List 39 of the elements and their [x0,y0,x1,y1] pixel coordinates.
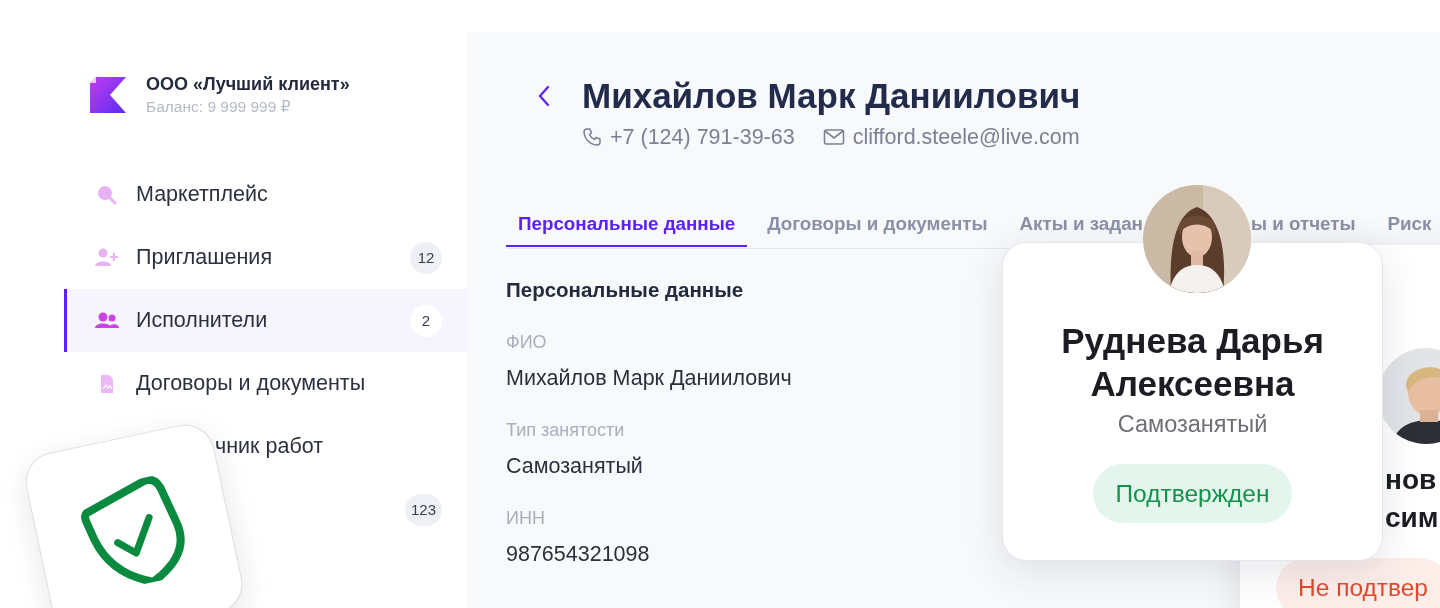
company-name: ООО «Лучший клиент» [146,74,350,94]
count-badge: 2 [410,304,442,337]
person-name: сим [1385,501,1439,535]
back-button[interactable] [537,84,551,108]
email-address: clifford.steele@live.com [852,124,1080,150]
section-heading: Персональные данные [506,278,744,302]
field-value: Самозанятый [506,454,643,478]
count-badge[interactable]: 123 [404,493,442,526]
person-name: нов [1385,463,1438,497]
field-label: Тип занятости [506,420,625,440]
sidebar-item[interactable]: Исполнители 2 [64,289,467,352]
balance-text: Баланс: 9 999 999 ₽ [146,98,292,116]
mail-icon [822,128,845,146]
add-user-icon [95,247,119,268]
sidebar-item[interactable]: Маркетплейс [64,163,467,226]
phone-number: +7 (124) 791-39-63 [610,124,795,150]
sidebar-item-label: Маркетплейс [136,182,268,207]
chevron-left-icon [537,84,551,108]
employment-type: Самозанятый [1117,411,1268,437]
status-badge: Не подтвер [1276,558,1440,608]
person-name: Руднева Дарья Алексеевна [1060,320,1325,405]
status-badge: Подтвержден [1093,464,1292,523]
field-label: ФИО [506,332,547,352]
sidebar-item-label: Исполнители [136,308,268,333]
field-value: 987654321098 [506,542,650,566]
search-icon [95,184,119,205]
logo-icon [90,77,126,113]
phone-icon [582,127,602,147]
sidebar-item[interactable]: Приглашения 12 [64,226,467,289]
sidebar-item-label: Договоры и документы [136,371,366,396]
sidebar-item-label[interactable]: чник работ [215,434,324,459]
field-label: ИНН [506,508,545,528]
tab[interactable]: Персональные данные [506,188,748,247]
sidebar-item-label: Приглашения [136,245,273,270]
sidebar-item[interactable]: Договоры и документы [64,352,467,415]
field-value: Михайлов Марк Даниилович [506,366,792,390]
users-icon [95,310,119,331]
count-badge: 12 [410,241,442,274]
profile-name: Михайлов Марк Даниилович [582,76,1081,116]
